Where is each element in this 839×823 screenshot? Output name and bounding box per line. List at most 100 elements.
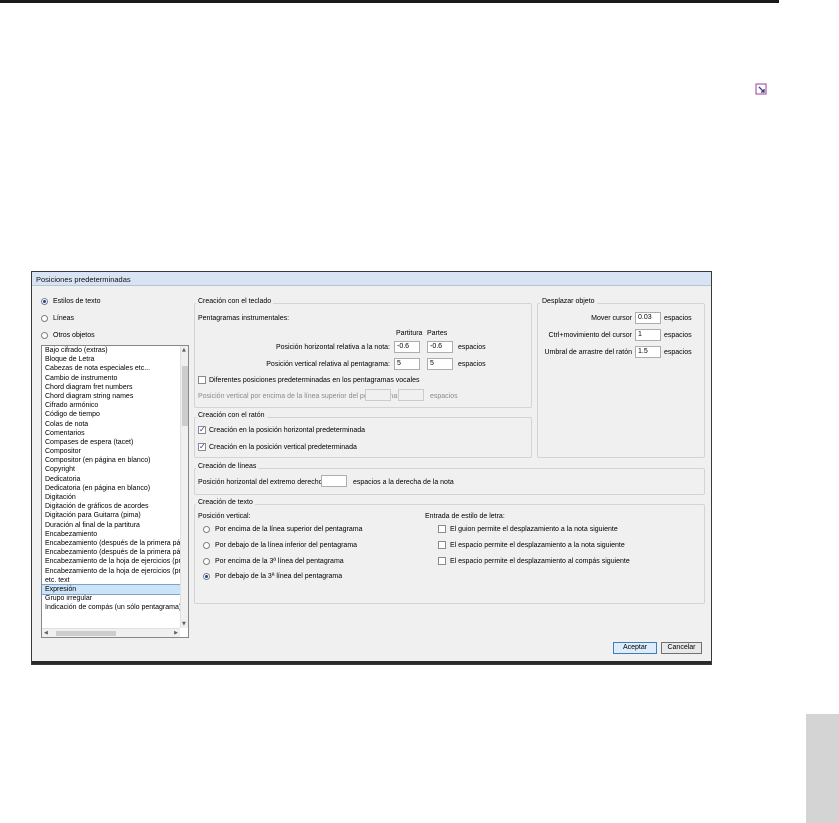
- list-item[interactable]: Encabezamiento de la hoja de ejercicios …: [42, 557, 188, 566]
- side-tab: [806, 714, 839, 823]
- vpos-label: Por debajo de la línea inferior del pent…: [215, 542, 358, 549]
- units-label: espacios: [664, 315, 692, 322]
- vpos-radio-1[interactable]: [203, 542, 210, 549]
- list-item[interactable]: Bloque de Letra: [42, 355, 188, 364]
- list-item[interactable]: Cifrado armónico: [42, 401, 188, 410]
- space-advance-bar-checkbox[interactable]: [438, 557, 446, 565]
- hyphen-advance-checkbox[interactable]: [438, 525, 446, 533]
- scroll-left-icon[interactable]: ◀: [44, 630, 48, 636]
- units-label: espacios: [458, 344, 486, 351]
- lyric-entry-title: Entrada de estilo de letra:: [425, 513, 505, 520]
- list-item[interactable]: Duración al final de la partitura: [42, 521, 188, 530]
- column-parts: Partes: [427, 330, 448, 337]
- space-advance-note-checkbox[interactable]: [438, 541, 446, 549]
- list-item[interactable]: Colas de nota: [42, 420, 188, 429]
- resize-corner-icon[interactable]: [753, 81, 769, 97]
- radio-lines[interactable]: [41, 315, 48, 322]
- mouse-vertical-checkbox[interactable]: [198, 442, 206, 451]
- list-item[interactable]: Indicación de compás (un sólo pentagrama…: [42, 603, 188, 612]
- list-item[interactable]: Chord diagram fret numbers: [42, 383, 188, 392]
- list-item[interactable]: Encabezamiento de la hoja de ejercicios …: [42, 567, 188, 576]
- ctrl-move-label: Ctrl+movimiento del cursor: [548, 332, 632, 339]
- list-item[interactable]: Encabezamiento (después de la primera pá…: [42, 548, 188, 557]
- text-styles-list[interactable]: Bajo cifrado (extras) Bloque de Letra Cabe…: [41, 345, 189, 638]
- vpos-label: Por encima de la 3ª línea del pentagrama: [215, 558, 344, 565]
- move-cursor-field[interactable]: 0.03: [635, 312, 661, 324]
- list-item[interactable]: Grupo irregular: [42, 594, 188, 603]
- vpos-radio-3[interactable]: [203, 573, 210, 580]
- mouse-horizontal-checkbox[interactable]: [198, 425, 206, 434]
- cancel-button[interactable]: Cancelar: [661, 642, 702, 654]
- horizontal-position-label: Posición horizontal relativa a la nota:: [275, 344, 390, 351]
- list-item[interactable]: Copyright: [42, 465, 188, 474]
- list-item[interactable]: Expresión: [42, 583, 188, 596]
- vertical-position-title: Posición vertical:: [198, 513, 251, 520]
- h-score-field[interactable]: -0.6: [394, 341, 420, 353]
- v-score-field[interactable]: 5: [394, 358, 420, 370]
- mouse-vertical-label: Creación en la posición vertical predete…: [209, 444, 357, 451]
- radio-label: Otros objetos: [53, 332, 95, 339]
- move-object-group: [537, 303, 705, 458]
- units-label: espacios: [458, 361, 486, 368]
- scroll-thumb[interactable]: [56, 631, 116, 636]
- scroll-down-icon[interactable]: ▼: [182, 621, 186, 627]
- vertical-scrollbar[interactable]: ▲ ▼: [180, 346, 188, 628]
- scroll-thumb[interactable]: [182, 366, 188, 426]
- move-cursor-label: Mover cursor: [591, 315, 632, 322]
- h-parts-field[interactable]: -0.6: [427, 341, 453, 353]
- units-label: espacios: [664, 349, 692, 356]
- group-title: Creación de líneas: [196, 462, 259, 471]
- list-item[interactable]: Digitación: [42, 493, 188, 502]
- list-item[interactable]: Dedicatoria: [42, 475, 188, 484]
- scroll-right-icon[interactable]: ▶: [174, 630, 178, 636]
- right-end-field[interactable]: [321, 475, 347, 487]
- radio-label: Estilos de texto: [53, 298, 101, 305]
- list-item[interactable]: Cabezas de nota especiales etc...: [42, 364, 188, 373]
- right-end-label: Posición horizontal del extremo derecho: [198, 479, 323, 486]
- title-bar: Posiciones predeterminadas: [32, 272, 711, 286]
- drag-threshold-label: Umbral de arrastre del ratón: [544, 349, 632, 356]
- vpos-radio-2[interactable]: [203, 558, 210, 565]
- column-score: Partitura: [396, 330, 423, 337]
- v-parts-field[interactable]: 5: [427, 358, 453, 370]
- radio-text-styles[interactable]: [41, 298, 48, 305]
- vpos-radio-0[interactable]: [203, 526, 210, 533]
- list-item[interactable]: Comentarios: [42, 429, 188, 438]
- default-positions-dialog: Posiciones predeterminadas Estilos de te…: [31, 271, 712, 665]
- vpos-label: Por debajo de la 3ª línea del pentagrama: [215, 573, 343, 580]
- list-item[interactable]: Chord diagram string names: [42, 392, 188, 401]
- list-item[interactable]: Código de tiempo: [42, 410, 188, 419]
- scroll-up-icon[interactable]: ▲: [182, 347, 186, 353]
- list-items: Bajo cifrado (extras) Bloque de Letra Cabe…: [42, 346, 188, 612]
- list-item[interactable]: Encabezamiento: [42, 530, 188, 539]
- units-label: espacios: [664, 332, 692, 339]
- instrumental-staves-label: Pentagramas instrumentales:: [198, 315, 290, 322]
- vocal-parts-field[interactable]: [398, 389, 424, 401]
- list-item[interactable]: Dedicatoria (en página en blanco): [42, 484, 188, 493]
- entry-option-label: El espacio permite el desplazamiento al …: [450, 558, 630, 565]
- radio-other-objects[interactable]: [41, 332, 48, 339]
- vocal-staves-label: Diferentes posiciones predeterminadas en…: [209, 377, 420, 384]
- list-item[interactable]: Compositor (en página en blanco): [42, 456, 188, 465]
- list-item[interactable]: etc. text: [42, 576, 188, 585]
- group-title: Creación de texto: [196, 498, 255, 507]
- vocal-staves-checkbox[interactable]: [198, 376, 206, 384]
- ctrl-move-field[interactable]: 1: [635, 329, 661, 341]
- top-rule: [0, 0, 779, 3]
- vpos-label: Por encima de la línea superior del pent…: [215, 526, 363, 533]
- entry-option-label: El espacio permite el desplazamiento a l…: [450, 542, 625, 549]
- vertical-position-label: Posición vertical relativa al pentagrama…: [266, 361, 390, 368]
- list-item[interactable]: Digitación para Guitarra (pima): [42, 511, 188, 520]
- list-item[interactable]: Bajo cifrado (extras): [42, 346, 188, 355]
- list-item[interactable]: Compases de espera (tacet): [42, 438, 188, 447]
- list-item[interactable]: Cambio de instrumento: [42, 374, 188, 383]
- list-item[interactable]: Compositor: [42, 447, 188, 456]
- mouse-horizontal-label: Creación en la posición horizontal prede…: [209, 427, 366, 434]
- vocal-score-field[interactable]: [365, 389, 391, 401]
- right-end-suffix: espacios a la derecha de la nota: [353, 479, 454, 486]
- list-item[interactable]: Digitación de gráficos de acordes: [42, 502, 188, 511]
- horizontal-scrollbar[interactable]: ◀ ▶: [42, 628, 180, 637]
- drag-threshold-field[interactable]: 1.5: [635, 346, 661, 358]
- list-item[interactable]: Encabezamiento (después de la primera pá…: [42, 539, 188, 548]
- ok-button[interactable]: Aceptar: [613, 642, 657, 654]
